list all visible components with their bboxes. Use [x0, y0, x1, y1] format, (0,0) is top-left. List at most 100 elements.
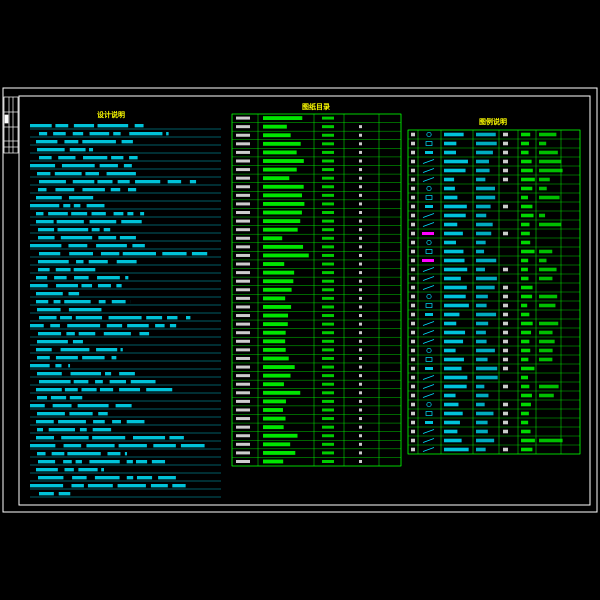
notes-text-stroke	[73, 380, 89, 384]
notes-text-stroke	[39, 380, 71, 384]
notes-text-stroke	[125, 276, 129, 280]
notes-text-stroke	[72, 132, 84, 136]
notes-text-stroke	[106, 324, 123, 328]
legend-unit	[503, 177, 508, 182]
legend-name	[444, 186, 455, 191]
notes-text-stroke	[146, 316, 163, 320]
legend-name	[444, 402, 459, 407]
notes-text-stroke	[123, 164, 132, 168]
index-sheet-no	[236, 116, 250, 120]
notes-text-stroke	[48, 428, 76, 432]
legend-symbol	[422, 232, 434, 235]
notes-text-stroke	[63, 460, 72, 464]
index-sheet-size	[322, 168, 334, 172]
legend-spec	[476, 420, 488, 425]
legend-install	[521, 393, 532, 398]
notes-text-stroke	[36, 468, 58, 472]
notes-text-stroke	[37, 428, 44, 432]
legend-install	[521, 429, 531, 434]
index-sheet-title	[263, 382, 284, 387]
notes-text-stroke	[71, 212, 88, 216]
index-sheet-size	[322, 150, 334, 154]
legend-spec	[476, 438, 495, 443]
legend-row-no	[411, 276, 415, 281]
legend-row-no	[411, 420, 415, 425]
notes-text-stroke	[55, 124, 69, 128]
legend-symbol	[422, 259, 434, 262]
index-sheet-size	[322, 322, 334, 326]
index-sheet-size	[322, 365, 334, 369]
notes-text-stroke	[77, 404, 109, 408]
legend-row-no	[411, 177, 415, 182]
index-sheet-title	[263, 219, 301, 224]
notes-text-stroke	[64, 300, 91, 304]
legend-row-no	[411, 141, 415, 146]
notes-text-stroke	[39, 132, 48, 136]
legend-remark	[539, 393, 554, 398]
legend-unit	[503, 150, 508, 155]
legend-spec	[476, 330, 486, 335]
notes-text-stroke	[78, 468, 98, 472]
legend-remark	[539, 159, 562, 164]
notes-text-stroke	[105, 372, 112, 376]
index-sheet-count	[359, 133, 362, 137]
index-sheet-size	[322, 288, 334, 292]
legend-name	[444, 231, 463, 236]
notes-text-stroke	[132, 244, 145, 248]
notes-text-stroke	[55, 356, 78, 360]
notes-text-stroke	[97, 124, 129, 128]
index-sheet-no	[236, 451, 250, 455]
legend-name	[444, 429, 458, 434]
index-sheet-count	[359, 159, 362, 163]
notes-text-stroke	[111, 356, 117, 360]
index-sheet-size	[322, 253, 334, 257]
notes-text-stroke	[97, 276, 120, 280]
notes-text-stroke	[103, 332, 131, 336]
index-sheet-count	[359, 305, 362, 309]
legend-remark	[539, 330, 553, 335]
notes-text-stroke	[89, 460, 120, 464]
notes-text-stroke	[135, 180, 161, 184]
index-sheet-count	[359, 228, 362, 232]
index-sheet-count	[359, 142, 362, 146]
legend-spec	[476, 348, 495, 353]
notes-text-stroke	[55, 188, 75, 192]
notes-text-stroke	[36, 212, 44, 216]
index-sheet-no	[236, 296, 250, 300]
notes-text-stroke	[191, 252, 208, 256]
legend-spec	[476, 258, 497, 263]
legend-remark	[539, 357, 553, 362]
notes-text-stroke	[56, 220, 84, 224]
legend-install	[521, 384, 530, 389]
legend-remark	[539, 177, 550, 182]
notes-text-stroke	[38, 260, 69, 264]
notes-text-stroke	[126, 460, 133, 464]
legend-name	[444, 222, 458, 227]
legend-remark	[539, 384, 559, 389]
notes-text-stroke	[127, 188, 137, 192]
index-sheet-count	[359, 202, 362, 206]
notes-text-stroke	[82, 188, 105, 192]
index-sheet-title	[263, 193, 303, 198]
index-sheet-size	[322, 305, 334, 309]
notes-text-stroke	[68, 244, 88, 248]
notes-text-stroke	[85, 172, 99, 176]
legend-install	[521, 240, 531, 245]
notes-text-stroke	[38, 460, 56, 464]
notes-text-stroke	[96, 348, 118, 352]
legend-install	[521, 141, 529, 146]
notes-text-stroke	[38, 228, 55, 232]
index-sheet-count	[359, 236, 362, 240]
legend-name	[444, 393, 456, 398]
legend-unit	[503, 330, 508, 335]
legend-install	[521, 366, 535, 371]
legend-row-no	[411, 294, 415, 299]
index-sheet-size	[322, 159, 334, 163]
legend-unit	[503, 366, 508, 371]
legend-spec	[476, 285, 495, 290]
notes-text-stroke	[119, 388, 141, 392]
notes-text-stroke	[39, 492, 54, 496]
notes-text-stroke	[113, 132, 121, 136]
legend-remark	[539, 141, 547, 146]
index-sheet-no	[236, 271, 250, 275]
